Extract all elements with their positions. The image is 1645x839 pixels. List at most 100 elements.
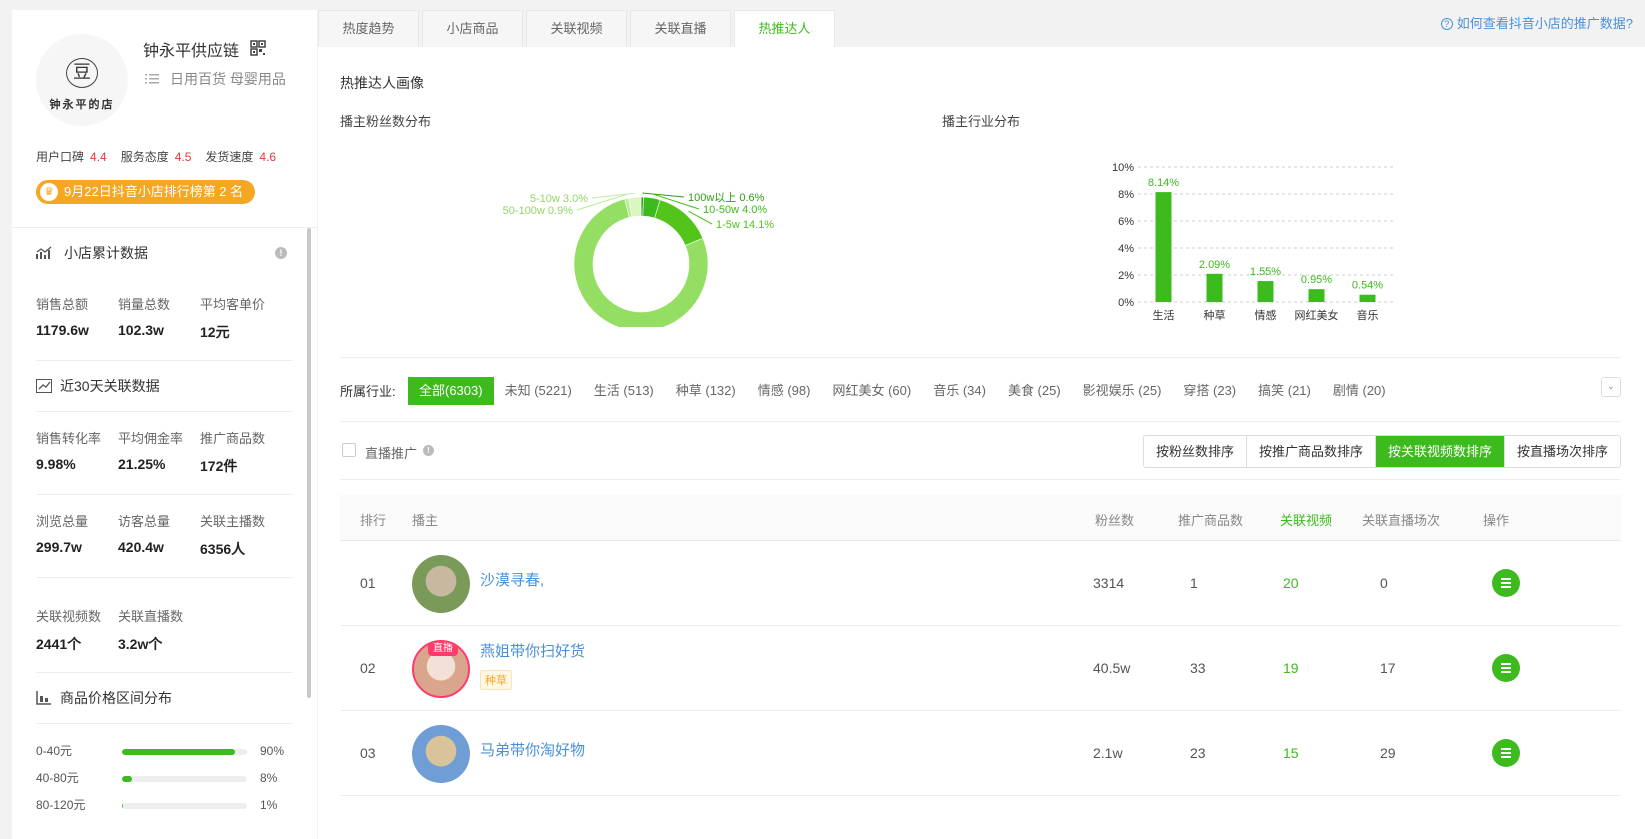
fans-cell: 2.1w [1093,745,1123,761]
donut-slice-label: 50-100w 0.9% [503,205,574,217]
industry-filter-item[interactable]: 未知 (5221) [494,377,583,405]
lives-cell: 29 [1380,745,1396,761]
industry-filter-item[interactable]: 穿搭 (23) [1172,377,1247,405]
industry-filter-item[interactable]: 美食 (25) [997,377,1072,405]
avatar[interactable]: 直播 [412,640,470,698]
donut-slice-label: 1-5w 14.1% [716,219,774,231]
shop-logo-text: 钟永平的店 [49,98,115,111]
stat-item: 销售总额 1179.6w [36,297,89,338]
donut-slice [654,199,704,246]
tab-0[interactable]: 热度趋势 [318,10,419,47]
tab-1[interactable]: 小店商品 [422,10,523,47]
table-header-cell[interactable]: 推广商品数 [1178,510,1243,529]
bar [1359,294,1376,302]
streamer-name-link[interactable]: 燕姐带你扫好货 [480,640,585,661]
expand-filter-button[interactable]: ⌄ [1601,377,1621,397]
table-header: 排行 播主 粉丝数 推广商品数 关联视频 关联直播场次 操作 [340,495,1621,541]
rank-cell: 02 [360,660,376,676]
industry-filter-item[interactable]: 种草 (132) [665,377,747,405]
stat-item: 销售转化率 9.98% [36,431,102,472]
bar-value-label: 1.55% [1250,266,1281,278]
live-promo-label: 直播推广 [365,446,418,461]
fans-cell: 3314 [1093,575,1125,591]
industry-filter-item[interactable]: 情感 (98) [747,377,822,405]
industry-filter-label: 所属行业: [340,384,396,399]
live-badge: 直播 [428,642,458,656]
price-row: 0-40元 90% [12,738,317,765]
stat-item: 关联视频数 2441个 [36,609,102,652]
x-tick-label: 网红美女 [1295,308,1339,322]
cumulative-stats: 销售总额 1179.6w 销量总数 102.3w 平均客单价 12元 [12,278,317,360]
avatar[interactable] [412,725,470,783]
rank-badge[interactable]: ♛ 9月22日抖音小店排行榜第 2 名 [36,180,256,204]
info-icon[interactable]: ! [275,247,287,259]
price-bar-fill [122,803,124,809]
shop-logo-mark-icon: 豆 [66,58,98,88]
sort-button[interactable]: 按粉丝数排序 [1143,436,1246,467]
sidebar-scrollbar[interactable] [307,228,311,698]
stat-item: 访客总量 420.4w [118,514,171,555]
live-promo-checkbox[interactable] [342,443,356,457]
avatar[interactable] [412,555,470,613]
stat-item: 关联直播数 3.2w个 [118,609,184,652]
x-tick-label: 音乐 [1357,308,1379,322]
table-header-cell: 播主 [412,513,439,528]
y-tick-label: 8% [1118,189,1134,201]
price-dist-list: 0-40元 90% 40-80元 8% 80-120元 1% [12,738,317,819]
videos-cell: 19 [1283,660,1299,676]
industry-filter-item[interactable]: 影视娱乐 (25) [1072,377,1173,405]
y-tick-label: 0% [1118,297,1134,309]
detail-list-icon[interactable] [1492,569,1520,597]
table-header-cell[interactable]: 关联直播场次 [1362,510,1440,529]
main-panel: 热推达人画像 播主粉丝数分布 播主行业分布 100w以上 0.6% 10-50w … [318,47,1645,839]
sort-button[interactable]: 按关联视频数排序 [1374,436,1504,467]
donut-slice-label: 5-10w 3.0% [530,193,588,205]
y-tick-label: 4% [1118,243,1134,255]
price-pct-label: 90% [260,744,285,758]
industry-filter-item[interactable]: 全部(6303) [408,377,494,405]
tab-4[interactable]: 热推达人 [734,10,835,47]
portrait-title: 热推达人画像 [340,75,424,91]
streamer-tag: 种草 [480,670,512,690]
stat-item: 关联主播数 6356人 [200,514,266,557]
tab-2[interactable]: 关联视频 [526,10,627,47]
rating-item: 发货速度 4.6 [205,150,277,164]
table-header-cell: 排行 [360,513,387,528]
donut-label-line [591,192,635,199]
lives-cell: 17 [1380,660,1396,676]
qr-code-icon[interactable] [250,40,266,56]
bar-value-label: 0.54% [1352,280,1383,292]
table-header-cell[interactable]: 关联视频 [1280,510,1332,529]
bar-chart-icon [36,691,51,705]
sort-button[interactable]: 按推广商品数排序 [1245,436,1375,467]
detail-list-icon[interactable] [1492,739,1520,767]
info-icon[interactable]: ! [423,445,434,456]
line-chart-icon [36,379,52,393]
stat-item: 平均客单价 12元 [200,297,266,340]
industry-filter-item[interactable]: 音乐 (34) [922,377,997,405]
industry-filter-item[interactable]: 搞笑 (21) [1247,377,1322,405]
bar [1155,192,1172,302]
donut-slice-label: 100w以上 0.6% [688,191,765,204]
rank-cell: 01 [360,575,376,591]
fans-chart-title: 播主粉丝数分布 [340,114,432,129]
detail-list-icon[interactable] [1492,654,1520,682]
table-row: 03 马弟带你淘好物 2.1w 23 15 29 [340,711,1621,796]
tab-3[interactable]: 关联直播 [630,10,731,47]
shop-categories: 日用百货 母婴用品 [170,71,286,87]
price-bar-fill [122,749,235,755]
table-row: 01 沙漠寻春, 3314 1 20 0 [340,541,1621,626]
streamer-name-link[interactable]: 沙漠寻春, [480,569,544,590]
sort-button[interactable]: 按直播场次排序 [1503,436,1620,467]
y-tick-label: 10% [1112,162,1134,174]
bar-value-label: 2.09% [1199,259,1230,271]
industry-filter-item[interactable]: 网红美女 (60) [821,377,922,405]
stat-item: 推广商品数 172件 [200,431,266,474]
help-link[interactable]: ? 如何查看抖音小店的推广数据? [1440,13,1633,32]
x-tick-label: 情感 [1255,309,1277,322]
y-tick-label: 6% [1118,216,1134,228]
industry-filter-item[interactable]: 生活 (513) [583,377,665,405]
industry-filter-item[interactable]: 剧情 (20) [1322,377,1397,405]
streamer-name-link[interactable]: 马弟带你淘好物 [480,739,585,760]
table-header-cell[interactable]: 粉丝数 [1095,510,1134,529]
